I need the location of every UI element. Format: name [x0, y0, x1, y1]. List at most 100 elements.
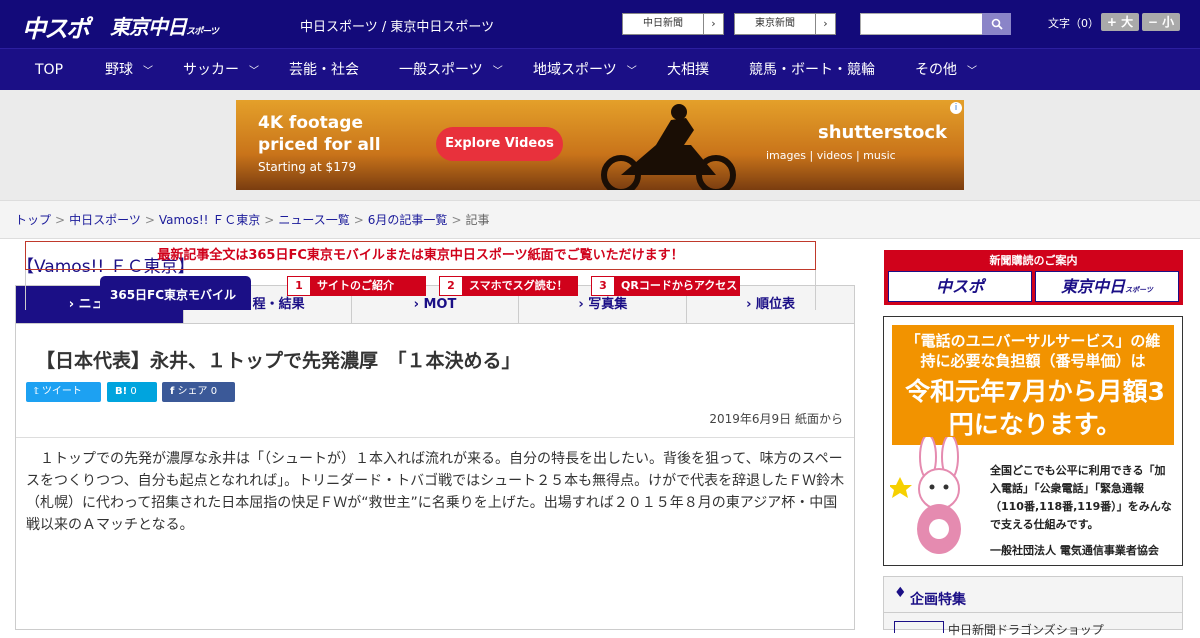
chunichi-shimbun-button[interactable]: 中日新聞 › — [622, 13, 724, 35]
breadcrumb-separator: > — [451, 213, 462, 227]
tweet-label: ツイート — [41, 386, 82, 397]
breadcrumb-separator: > — [264, 213, 275, 227]
subscription-label: 新聞購読のご案内 — [989, 254, 1078, 267]
fc-tokyo-mobile-button[interactable]: 365日FC東京モバイル — [100, 276, 251, 310]
facebook-share-label: シェア 0 — [177, 386, 218, 397]
facebook-icon: f — [170, 386, 175, 397]
facebook-share-button[interactable]: f シェア 0 — [162, 382, 235, 402]
tokyo-shimbun-button[interactable]: 東京新聞 › — [734, 13, 836, 35]
article-panel: 【日本代表】永井、１トップで先発濃厚 「１本決める」 𝕥 ツイート B! 0 f… — [15, 324, 855, 630]
article-body: １トップでの先発が濃厚な永井は「（シュートが）１本入れば流れが来る。自分の特長を… — [26, 451, 845, 533]
nav-item-other[interactable]: その他 ﹀ — [915, 49, 977, 91]
tweet-button[interactable]: 𝕥 ツイート — [26, 382, 101, 402]
breadcrumb-current: 記事 — [465, 213, 490, 227]
nav-label: その他 — [915, 62, 957, 78]
chuspo-logo[interactable]: 中スポ — [22, 9, 90, 44]
ad-info-icon[interactable]: i — [950, 102, 962, 114]
site-title: 中日スポーツ / 東京中日スポーツ — [300, 20, 495, 35]
nav-label: 競馬・ボート・競輪 — [749, 62, 875, 78]
ad-organization: 一般社団法人 電気通信事業者協会 — [990, 544, 1159, 557]
chevron-down-icon: ﹀ — [967, 66, 977, 77]
subscribe-tokyo-small: スポーツ — [1125, 286, 1153, 294]
breadcrumb: トップ > 中日スポーツ > Vamos!! ＦＣ東京 > ニュース一覧 >6月の記事一覧 > 記… — [15, 211, 490, 228]
step-label: サイトのご紹介 — [317, 279, 394, 292]
shutterstock-logo: shutterstock — [818, 122, 947, 143]
nav-label: サッカー — [183, 62, 239, 78]
special-features-title: 企画特集 — [910, 592, 966, 608]
twitter-icon: 𝕥 — [34, 386, 39, 397]
explore-videos-button[interactable]: Explore Videos — [436, 127, 563, 161]
subscribe-chuspo-button[interactable]: 中スポ — [888, 271, 1032, 302]
chevron-down-icon: ﹀ — [249, 66, 259, 77]
step-label: スマホでスグ読む！ — [469, 279, 568, 292]
article-headline: 【日本代表】永井、１トップで先発濃厚 「１本決める」 — [36, 350, 521, 372]
banner-ad[interactable]: 4K footage priced for all Starting at $1… — [236, 100, 964, 190]
nav-item-entertainment[interactable]: 芸能・社会 — [289, 49, 359, 91]
bunny-mascot-icon — [890, 437, 961, 554]
search-button[interactable] — [982, 13, 1011, 35]
chevron-right-icon: › — [703, 14, 723, 34]
chevron-right-icon: › — [815, 14, 835, 34]
premium-notice: 最新記事全文は365日FC東京モバイルまたは東京中日スポーツ紙面でご覧いただけま… — [25, 241, 816, 270]
breadcrumb-top[interactable]: トップ — [15, 213, 51, 227]
special-divider — [884, 612, 1182, 613]
breadcrumb-news-list[interactable]: ニュース一覧 — [278, 213, 349, 227]
article-divider — [16, 437, 854, 438]
tokyo-logo-small: スポーツ — [186, 27, 219, 37]
ad-question: 「電話のユニバーサルサービス」の維持に必要な負担額（番号単価）は — [905, 332, 1161, 370]
subscribe-tokyo-chunichi-button[interactable]: 東京中日スポーツ — [1035, 271, 1179, 302]
chunichi-shimbun-label: 中日新聞 — [643, 18, 683, 29]
chevron-down-icon: ﹀ — [143, 66, 153, 77]
hatena-count: 0 — [130, 386, 137, 397]
nav-label: 芸能・社会 — [289, 62, 359, 78]
nav-item-sumo[interactable]: 大相撲 — [667, 49, 709, 91]
ad-line2: priced for all — [258, 135, 381, 155]
nav-label: 地域スポーツ — [533, 62, 617, 78]
ad-line1: 4K footage — [258, 113, 363, 133]
nav-label: TOP — [35, 62, 64, 78]
font-larger-button[interactable]: + 大 — [1101, 13, 1139, 31]
subscribe-tokyo-logo: 東京中日 — [1061, 277, 1126, 296]
step-number: 1 — [287, 276, 311, 296]
search-icon — [991, 18, 1003, 30]
nav-item-top[interactable]: TOP — [35, 49, 63, 91]
nav-item-soccer[interactable]: サッカー ﹀ — [183, 49, 259, 91]
step-site-intro[interactable]: 1 サイトのご紹介 — [287, 276, 426, 296]
ad-orange-panel: 「電話のユニバーサルサービス」の維持に必要な負担額（番号単価）は 令和元年7月か… — [892, 325, 1174, 445]
tokyo-chunichi-logo[interactable]: 東京中日スポーツ — [110, 11, 219, 40]
ad-line3: Starting at $179 — [258, 160, 357, 174]
step-read-smartphone[interactable]: 2 スマホでスグ読む！ — [439, 276, 578, 296]
search-input[interactable] — [860, 13, 983, 35]
font-smaller-button[interactable]: − 小 — [1142, 13, 1180, 31]
breadcrumb-separator: > — [55, 213, 66, 227]
step-qr-access[interactable]: 3 QRコードからアクセス — [591, 276, 740, 296]
ad-brand-sub: images | videos | music — [766, 149, 896, 162]
breadcrumb-june-articles[interactable]: 6月の記事一覧 — [368, 213, 448, 227]
font-size-label: 文字（0） — [1048, 17, 1099, 30]
nav-item-baseball[interactable]: 野球 ﹀ — [105, 49, 153, 91]
nav-item-racing[interactable]: 競馬・ボート・競輪 — [749, 49, 875, 91]
step-number: 3 — [591, 276, 615, 296]
ad-description: 全国どこでも公平に利用できる「加入電話」「公衆電話」「緊急通報（110番,118… — [990, 464, 1172, 531]
hatena-button[interactable]: B! 0 — [107, 382, 157, 402]
pin-icon: ♦ — [894, 585, 907, 601]
breadcrumb-chunichi-sports[interactable]: 中日スポーツ — [69, 213, 141, 227]
step-label: QRコードからアクセス — [621, 279, 738, 292]
main-nav: TOP 野球 ﹀ サッカー ﹀ 芸能・社会 一般スポーツ ﹀ 地域スポーツ ﹀ 大相撲 … — [0, 48, 1200, 90]
article-date: 2019年6月9日 紙面から — [709, 412, 843, 426]
ad-headline: 令和元年7月から月額3円になります。 — [905, 377, 1165, 439]
nav-item-local-sports[interactable]: 地域スポーツ ﹀ — [533, 49, 637, 91]
nav-label: 野球 — [105, 62, 133, 78]
nav-label: 大相撲 — [667, 62, 709, 78]
chevron-down-icon: ﹀ — [626, 66, 637, 77]
motorbike-silhouette-icon — [601, 104, 736, 190]
tokyo-logo-text: 東京中日 — [110, 15, 187, 39]
top-header: 中スポ 東京中日スポーツ 中日スポーツ / 東京中日スポーツ 中日新聞 › 東京… — [0, 0, 1200, 48]
breadcrumb-separator: > — [353, 213, 364, 227]
special-thumbnail[interactable] — [894, 621, 944, 633]
universal-service-ad[interactable]: 「電話のユニバーサルサービス」の維持に必要な負担額（番号単価）は 令和元年7月か… — [883, 316, 1183, 566]
nav-item-general-sports[interactable]: 一般スポーツ ﹀ — [399, 49, 503, 91]
breadcrumb-vamos[interactable]: Vamos!! ＦＣ東京 — [159, 213, 260, 227]
special-features-box: ♦ 企画特集 中日新聞ドラゴンズショップ — [883, 576, 1183, 637]
chevron-down-icon: ﹀ — [492, 66, 503, 77]
